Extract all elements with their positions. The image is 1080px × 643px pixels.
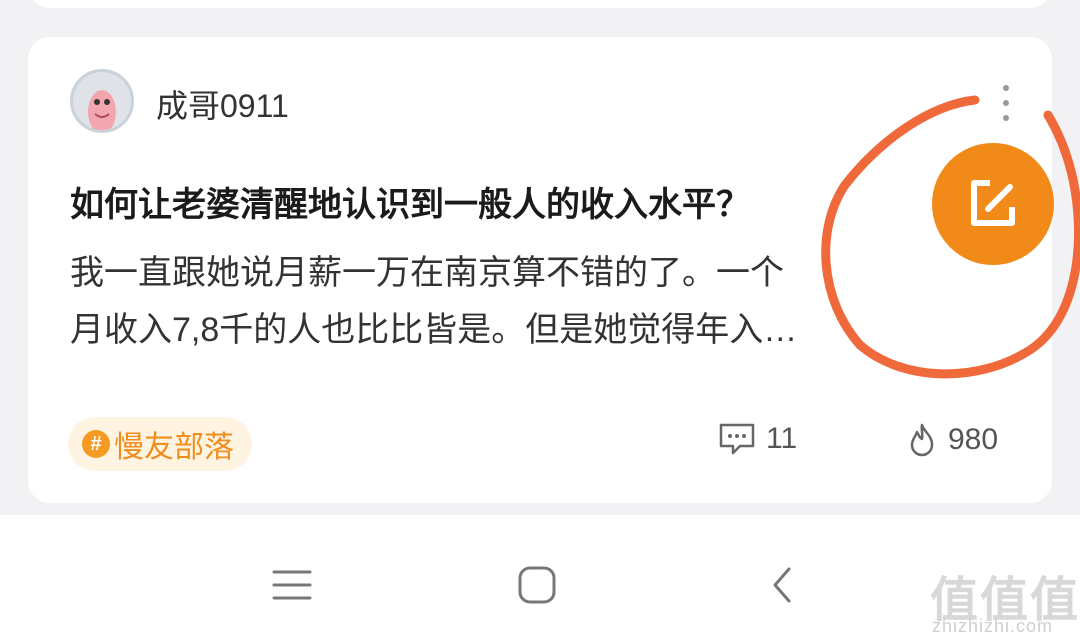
post-card[interactable]: 成哥0911 如何让老婆清醒地认识到一般人的收入水平？ 我一直跟她说月薪一万在南…: [28, 37, 1052, 503]
topic-tag-label: 慢友部落: [114, 431, 234, 464]
post-title[interactable]: 如何让老婆清醒地认识到一般人的收入水平？: [70, 177, 750, 226]
excerpt-line-1: 我一直跟她说月薪一万在南京算不错的了。一个: [70, 254, 784, 292]
menu-icon[interactable]: [262, 555, 322, 615]
comment-count[interactable]: 11: [718, 422, 797, 456]
avatar[interactable]: [70, 69, 134, 133]
heat-count[interactable]: 980: [906, 422, 998, 458]
system-navigation-bar: [0, 515, 1080, 643]
compose-button[interactable]: [932, 143, 1054, 265]
previous-card: [28, 0, 1052, 8]
back-chevron-icon[interactable]: [752, 555, 812, 615]
watermark-url: zhizhizhi.com: [932, 616, 1054, 636]
edit-icon: [971, 180, 1015, 226]
topic-tag[interactable]: # 慢友部落: [68, 417, 252, 471]
more-vertical-icon[interactable]: [996, 85, 1016, 121]
hashtag-icon: #: [82, 430, 110, 458]
author-name[interactable]: 成哥0911: [156, 81, 289, 127]
excerpt-line-2: 月收入7,8千的人也比比皆是。但是她觉得年入…: [70, 311, 798, 349]
home-square-icon[interactable]: [507, 555, 567, 615]
comment-count-value: 11: [766, 422, 798, 455]
avatar-image-icon: [88, 90, 116, 130]
post-excerpt[interactable]: 我一直跟她说月薪一万在南京算不错的了。一个 月收入7,8千的人也比比皆是。但是她…: [70, 245, 990, 359]
comment-icon: [718, 422, 756, 456]
flame-icon: [906, 422, 938, 458]
heat-count-value: 980: [948, 423, 999, 456]
